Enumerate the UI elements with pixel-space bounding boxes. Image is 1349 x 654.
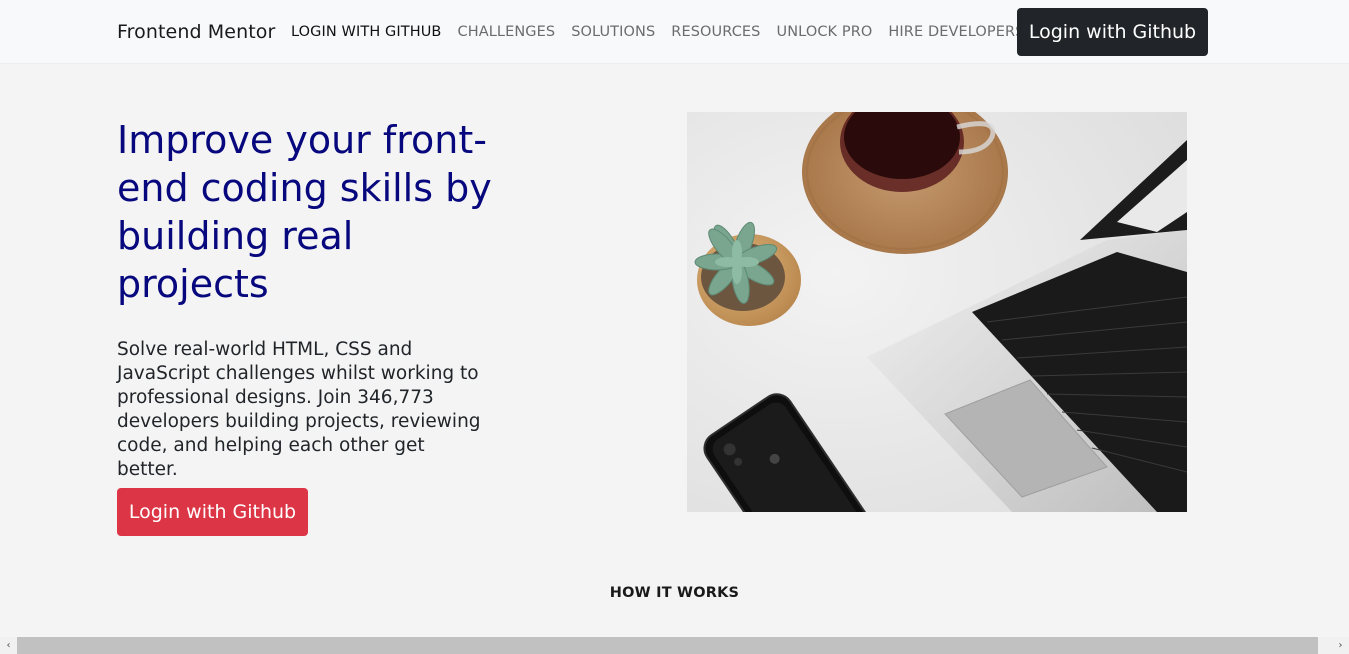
nav-link-login-with-github[interactable]: LOGIN WITH GITHUB <box>291 24 441 40</box>
nav-link-hire-developers[interactable]: HIRE DEVELOPERS <box>888 24 1024 40</box>
how-it-works-heading: HOW IT WORKS <box>609 585 740 601</box>
navbar: Frontend Mentor LOGIN WITH GITHUB CHALLE… <box>0 0 1349 64</box>
workspace-photo <box>687 112 1187 512</box>
horizontal-scrollbar[interactable]: ‹ › <box>0 637 1349 654</box>
nav-link-solutions[interactable]: SOLUTIONS <box>571 24 655 40</box>
workspace-photo-illustration <box>687 112 1187 512</box>
hero-description: Solve real-world HTML, CSS and JavaScrip… <box>117 339 481 480</box>
brand-link[interactable]: Frontend Mentor <box>117 21 275 43</box>
scroll-right-icon[interactable]: › <box>1332 637 1349 654</box>
scroll-left-icon[interactable]: ‹ <box>0 637 17 654</box>
scrollbar-thumb[interactable] <box>17 637 1318 654</box>
nav-link-unlock-pro[interactable]: UNLOCK PRO <box>777 24 873 40</box>
nav-link-resources[interactable]: RESOURCES <box>671 24 760 40</box>
hero-login-button[interactable]: Login with Github <box>117 488 308 536</box>
navbar-login-button[interactable]: Login with Github <box>1017 8 1208 56</box>
nav-link-challenges[interactable]: CHALLENGES <box>457 24 555 40</box>
hero-title: Improve your front-end coding skills by … <box>117 118 492 306</box>
nav-links: LOGIN WITH GITHUB CHALLENGES SOLUTIONS R… <box>291 24 1025 40</box>
